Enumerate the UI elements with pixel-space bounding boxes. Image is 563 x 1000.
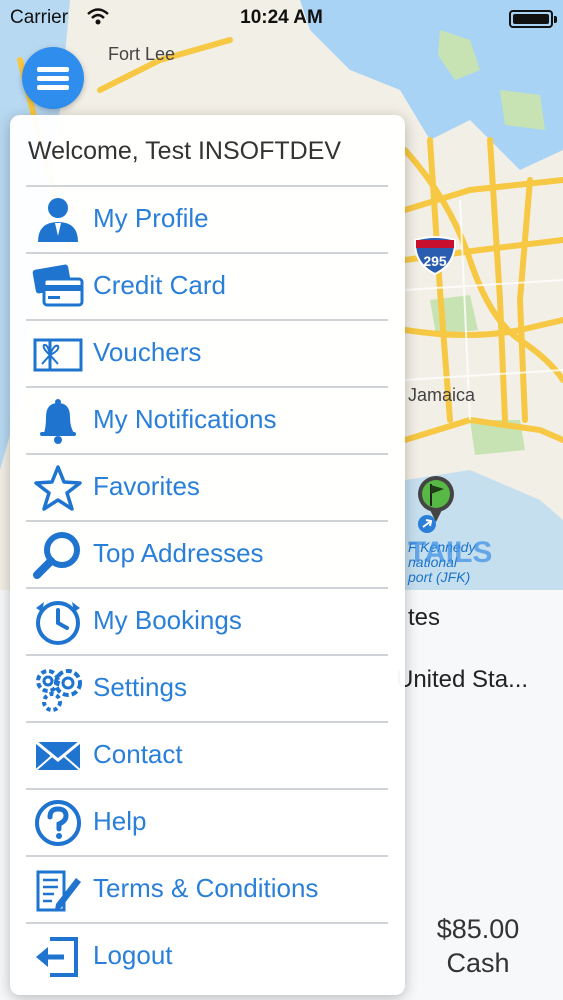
menu-item-label: Contact (93, 739, 183, 769)
payment-method: Cash (446, 948, 510, 978)
menu-item-vouchers[interactable]: Vouchers (26, 319, 388, 386)
interstate-shield-icon: 295 (413, 236, 457, 276)
menu-item-my-notifications[interactable]: My Notifications (26, 386, 388, 453)
menu-item-label: Settings (93, 672, 187, 702)
menu-item-label: Logout (93, 940, 173, 970)
credit-card-icon (32, 264, 84, 307)
details-label-ghost: TAILS (408, 536, 493, 569)
gears-icon (36, 669, 82, 712)
map-label-jamaica: Jamaica (408, 385, 476, 405)
menu-item-credit-card[interactable]: Credit Card (26, 252, 388, 319)
star-icon (34, 465, 82, 511)
battery-icon (509, 10, 557, 28)
menu-item-label: Help (93, 806, 147, 836)
menu-item-my-profile[interactable]: My Profile (26, 185, 388, 252)
menu-item-top-addresses[interactable]: Top Addresses (26, 520, 388, 587)
interstate-number: 295 (423, 253, 447, 269)
menu-item-label: Credit Card (93, 270, 226, 300)
pickup-address[interactable]: tes (408, 604, 440, 632)
status-bar: Carrier 10:24 AM (0, 0, 563, 38)
menu-item-label: My Bookings (93, 605, 242, 635)
menu-item-label: Vouchers (93, 337, 202, 367)
clock-time: 10:24 AM (240, 7, 323, 28)
map-label-fort-lee: Fort Lee (108, 44, 176, 64)
hamburger-line (37, 76, 69, 81)
dropoff-address[interactable]: United Sta... (396, 666, 528, 694)
menu-item-help[interactable]: Help (26, 788, 388, 855)
menu-item-settings[interactable]: Settings (26, 654, 388, 721)
price-amount: $85.00 (436, 914, 520, 944)
menu-toggle-button[interactable] (22, 47, 84, 109)
menu-item-label: Terms & Conditions (93, 873, 319, 903)
menu-item-favorites[interactable]: Favorites (26, 453, 388, 520)
document-pen-icon (36, 870, 81, 912)
menu-item-contact[interactable]: Contact (26, 721, 388, 788)
menu-item-my-bookings[interactable]: My Bookings (26, 587, 388, 654)
logout-icon (36, 937, 78, 977)
voucher-icon (33, 338, 83, 372)
question-icon (35, 800, 81, 846)
airport-icon (418, 515, 436, 533)
clock-icon (36, 601, 80, 645)
welcome-message: Welcome, Test INSOFTDEV (28, 137, 342, 165)
envelope-icon (35, 740, 81, 771)
menu-item-label: Favorites (93, 471, 200, 501)
menu-item-logout[interactable]: Logout (26, 922, 388, 989)
menu-item-label: My Notifications (93, 404, 277, 434)
user-icon (38, 198, 78, 242)
fare-summary: $85.00 Cash (413, 912, 543, 980)
menu-item-terms-conditions[interactable]: Terms & Conditions (26, 855, 388, 922)
magnifier-icon (33, 532, 80, 579)
side-menu: Welcome, Test INSOFTDEV My Profile Credi… (10, 115, 405, 995)
menu-item-label: My Profile (93, 203, 209, 233)
hamburger-line (37, 67, 69, 72)
hamburger-line (37, 85, 69, 90)
bell-icon (40, 399, 76, 444)
menu-item-label: Top Addresses (93, 538, 264, 568)
